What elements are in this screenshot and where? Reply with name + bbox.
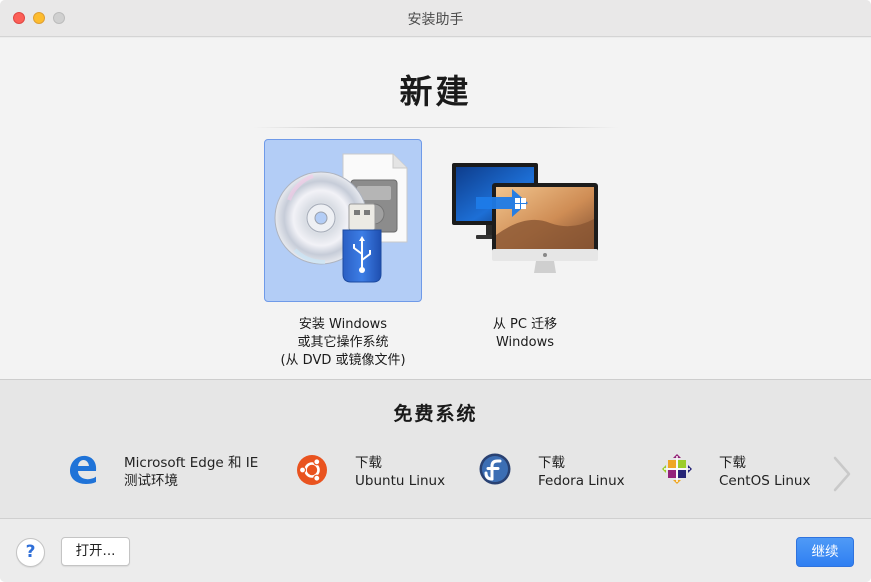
fedora-icon [479, 453, 511, 485]
migrate-label-line2: Windows [495, 335, 555, 350]
bottom-bar: ? 打开... 继续 [0, 518, 871, 582]
window-title: 安装助手 [407, 12, 464, 28]
disc-usb-icon [274, 153, 408, 283]
new-vm-section: 新建 安装 Windows 或其它操作系统 (从 DVD 或镜像文件) 从 PC… [0, 38, 871, 379]
free-item-edge-text: Microsoft Edge 和 IE 测试环境 [124, 454, 258, 490]
free-item-edge[interactable]: Microsoft Edge 和 IE 测试环境 [66, 448, 266, 490]
migrate-from-pc-label: 从 PC 迁移 Windows [425, 316, 625, 352]
edge-line1: Microsoft Edge 和 IE [124, 455, 259, 471]
installation-assistant-window: 安装助手 新建 安装 Windows 或其它操作系统 (从 DVD 或镜像文件)… [0, 0, 871, 582]
edge-icon [70, 455, 97, 484]
free-item-ubuntu-text: 下载 Ubuntu Linux [355, 454, 445, 490]
migrate-from-pc-option[interactable] [446, 139, 604, 302]
install-windows-option[interactable] [264, 139, 422, 302]
migrate-label-line1: 从 PC 迁移 [492, 317, 558, 332]
install-windows-label-line2: 或其它操作系统 [297, 335, 389, 350]
install-windows-label-line3: (从 DVD 或镜像文件) [280, 353, 406, 368]
fedora-line2: Fedora Linux [538, 473, 625, 489]
centos-icon [662, 454, 692, 484]
centos-line1: 下载 [719, 455, 746, 471]
install-windows-label: 安装 Windows 或其它操作系统 (从 DVD 或镜像文件) [243, 316, 443, 370]
free-item-centos-text: 下载 CentOS Linux [719, 454, 810, 490]
centos-line2: CentOS Linux [719, 473, 811, 489]
fedora-line1: 下载 [538, 455, 565, 471]
free-systems-section: 免费系统 Microsoft Edge 和 IE 测试环境 下载 Ubuntu … [0, 379, 871, 518]
install-windows-label-line1: 安装 Windows [298, 317, 388, 332]
chevron-right-icon[interactable] [829, 454, 855, 494]
free-item-fedora[interactable]: 下载 Fedora Linux [478, 448, 638, 490]
free-item-fedora-text: 下载 Fedora Linux [538, 454, 625, 490]
ubuntu-line1: 下载 [355, 455, 382, 471]
edge-line2: 测试环境 [124, 473, 178, 489]
continue-button[interactable]: 继续 [796, 537, 854, 567]
page-title: 新建 [399, 72, 472, 111]
title-bar: 安装助手 [0, 0, 871, 37]
title-divider [253, 127, 619, 128]
free-systems-title: 免费系统 [393, 403, 478, 425]
pc-to-mac-icon [452, 163, 598, 273]
open-button[interactable]: 打开... [61, 537, 130, 566]
help-button[interactable]: ? [16, 538, 45, 567]
ubuntu-line2: Ubuntu Linux [355, 473, 446, 489]
free-item-centos[interactable]: 下载 CentOS Linux [660, 448, 820, 490]
ubuntu-icon [297, 455, 327, 485]
free-item-ubuntu[interactable]: 下载 Ubuntu Linux [296, 448, 456, 490]
